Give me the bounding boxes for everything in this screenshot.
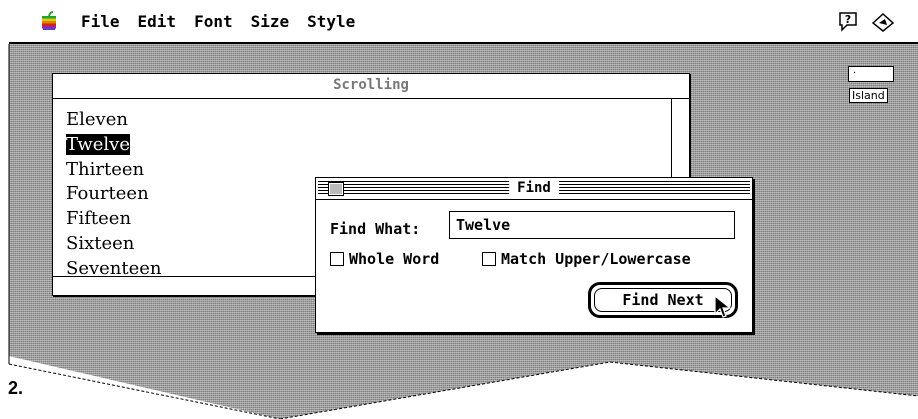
find-what-label: Find What: [330, 220, 421, 238]
list-item[interactable]: Seventeen [66, 257, 162, 282]
menu-font[interactable]: Font [194, 12, 233, 31]
menu-style[interactable]: Style [307, 12, 355, 31]
menu-file[interactable]: File [81, 12, 120, 31]
menu-edit[interactable]: Edit [138, 12, 177, 31]
svg-text:?: ? [845, 13, 851, 26]
find-next-button[interactable]: Find Next [594, 288, 732, 312]
window-title: Scrolling [333, 77, 409, 93]
match-case-checkbox[interactable]: Match Upper/Lowercase [482, 250, 691, 268]
checkbox-icon[interactable] [482, 252, 496, 266]
menu-bar: File Edit Font Size Style ? [9, 0, 918, 44]
list-item[interactable]: Fourteen [66, 182, 162, 207]
island-disk-icon[interactable]: . [848, 65, 894, 82]
whole-word-label: Whole Word [349, 250, 440, 268]
match-case-label: Match Upper/Lowercase [501, 250, 691, 268]
figure-caption: 2. [8, 378, 24, 398]
list-item[interactable]: Fifteen [66, 207, 162, 232]
apple-icon[interactable] [39, 11, 59, 31]
checkbox-icon[interactable] [330, 252, 344, 266]
list-item[interactable]: Eleven [66, 108, 162, 133]
list-item[interactable]: Thirteen [66, 158, 162, 183]
list-item-selected[interactable]: Twelve [66, 133, 162, 158]
whole-word-checkbox[interactable]: Whole Word [330, 250, 439, 268]
number-list: Eleven Twelve Thirteen Fourteen Fifteen … [66, 108, 162, 282]
application-icon[interactable] [871, 11, 895, 33]
list-item[interactable]: Sixteen [66, 232, 162, 257]
dialog-title: Find [509, 180, 559, 196]
close-box-icon[interactable] [328, 182, 344, 196]
scrolling-window-titlebar[interactable]: Scrolling [53, 74, 689, 99]
help-icon[interactable]: ? [837, 10, 859, 32]
find-what-input[interactable]: Twelve [449, 211, 735, 239]
island-icon-label[interactable]: Island [849, 88, 888, 103]
find-dialog-titlebar[interactable]: Find [316, 178, 752, 200]
arrow-cursor-icon [714, 294, 732, 318]
find-dialog: Find Find What: Twelve Whole Word Match … [315, 177, 753, 333]
menu-size[interactable]: Size [251, 12, 290, 31]
